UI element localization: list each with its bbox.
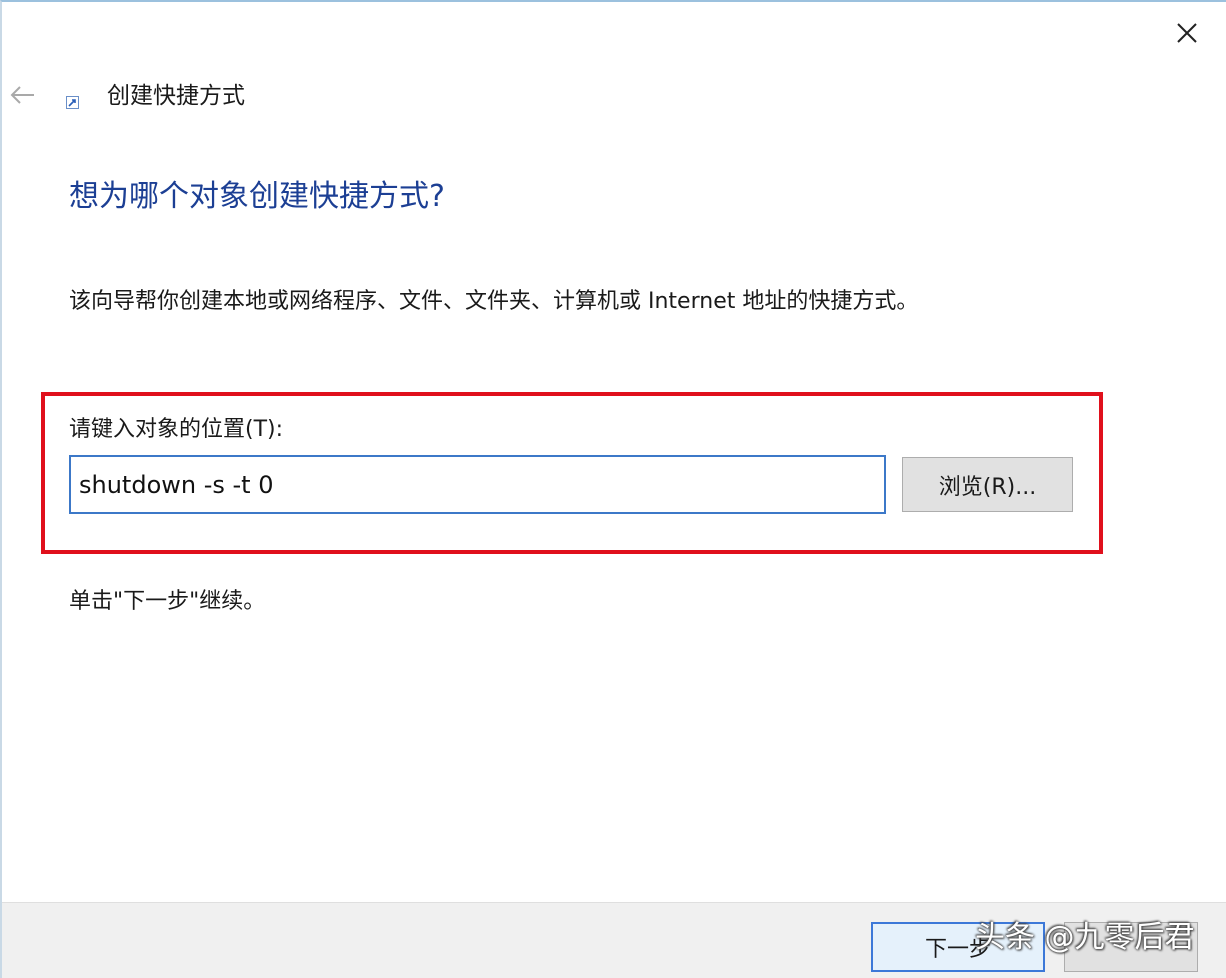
continue-hint: 单击"下一步"继续。 — [69, 589, 266, 614]
create-shortcut-window: 创建快捷方式 想为哪个对象创建快捷方式? 该向导帮你创建本地或网络程序、文件、文… — [0, 0, 1226, 978]
back-arrow-icon — [10, 86, 34, 104]
browse-button[interactable]: 浏览(R)... — [902, 457, 1073, 512]
shortcut-icon — [66, 96, 79, 109]
close-button[interactable] — [1162, 12, 1212, 54]
back-button[interactable] — [6, 78, 40, 112]
location-input[interactable] — [69, 455, 886, 514]
close-icon — [1177, 23, 1197, 43]
wizard-description: 该向导帮你创建本地或网络程序、文件、文件夹、计算机或 Internet 地址的快… — [69, 289, 919, 314]
window-title: 创建快捷方式 — [107, 83, 245, 109]
watermark: 头条 @九零后君 — [975, 920, 1195, 955]
location-label: 请键入对象的位置(T): — [69, 417, 284, 442]
page-heading: 想为哪个对象创建快捷方式? — [69, 179, 445, 214]
